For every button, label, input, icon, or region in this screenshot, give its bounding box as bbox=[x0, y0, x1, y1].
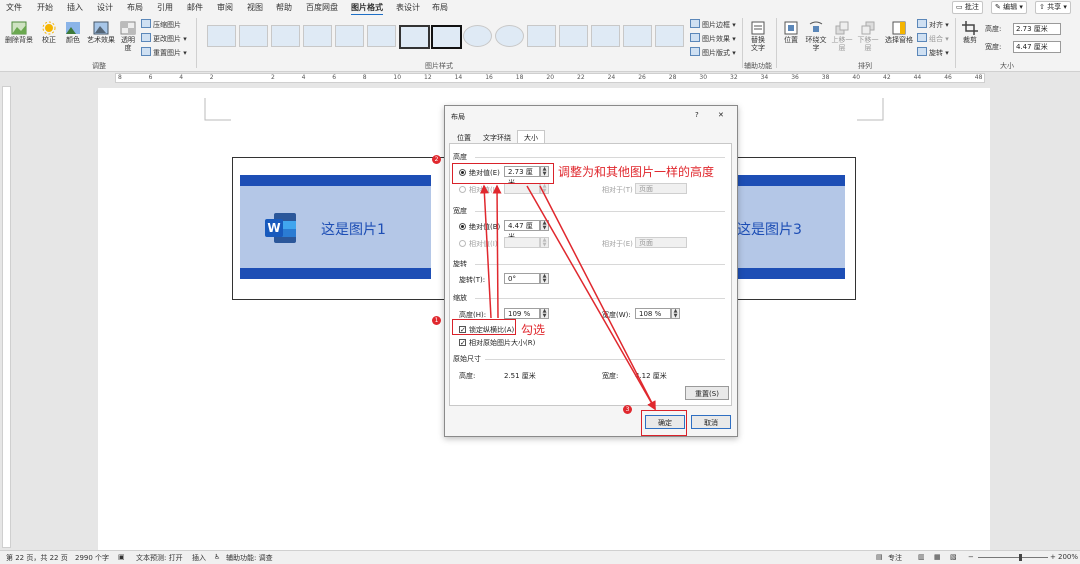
print-layout-icon[interactable]: ▦ bbox=[934, 553, 941, 561]
highlight-lock-ratio bbox=[452, 319, 516, 335]
zoom-slider-thumb[interactable] bbox=[1019, 554, 1022, 561]
read-mode-icon[interactable]: ▥ bbox=[918, 553, 925, 561]
web-layout-icon[interactable]: ▧ bbox=[950, 553, 957, 561]
highlight-ok-button bbox=[641, 410, 687, 436]
step-badge-2: 2 bbox=[432, 155, 441, 164]
highlight-height-absolute bbox=[452, 163, 554, 184]
proofing-icon[interactable]: ▣ bbox=[118, 553, 125, 561]
annotation-arrows bbox=[479, 184, 656, 411]
zoom-out-button[interactable]: − bbox=[968, 553, 974, 561]
status-text-prediction[interactable]: 文本预测: 打开 bbox=[136, 553, 183, 563]
annotation-height-note: 调整为和其他图片一样的高度 bbox=[558, 165, 715, 179]
status-bar: 第 22 页，共 22 页 2990 个字 ▣ 文本预测: 打开 插入 ♿ 辅助… bbox=[0, 550, 1080, 564]
zoom-slider[interactable] bbox=[978, 557, 1048, 558]
step-badge-3: 3 bbox=[623, 405, 632, 414]
status-accessibility[interactable]: 辅助功能: 调查 bbox=[226, 553, 273, 563]
focus-icon[interactable]: ▤ bbox=[876, 553, 883, 561]
step-badge-1: 1 bbox=[432, 316, 441, 325]
status-page-count[interactable]: 第 22 页，共 22 页 bbox=[6, 553, 68, 563]
accessibility-icon[interactable]: ♿ bbox=[214, 553, 220, 561]
zoom-in-button[interactable]: + bbox=[1050, 553, 1056, 561]
status-word-count[interactable]: 2990 个字 bbox=[75, 553, 109, 563]
status-zoom-level[interactable]: 200% bbox=[1058, 553, 1078, 561]
status-insert-mode[interactable]: 插入 bbox=[192, 553, 206, 563]
status-focus[interactable]: 专注 bbox=[888, 553, 902, 563]
annotation-check-note: 勾选 bbox=[521, 323, 546, 337]
